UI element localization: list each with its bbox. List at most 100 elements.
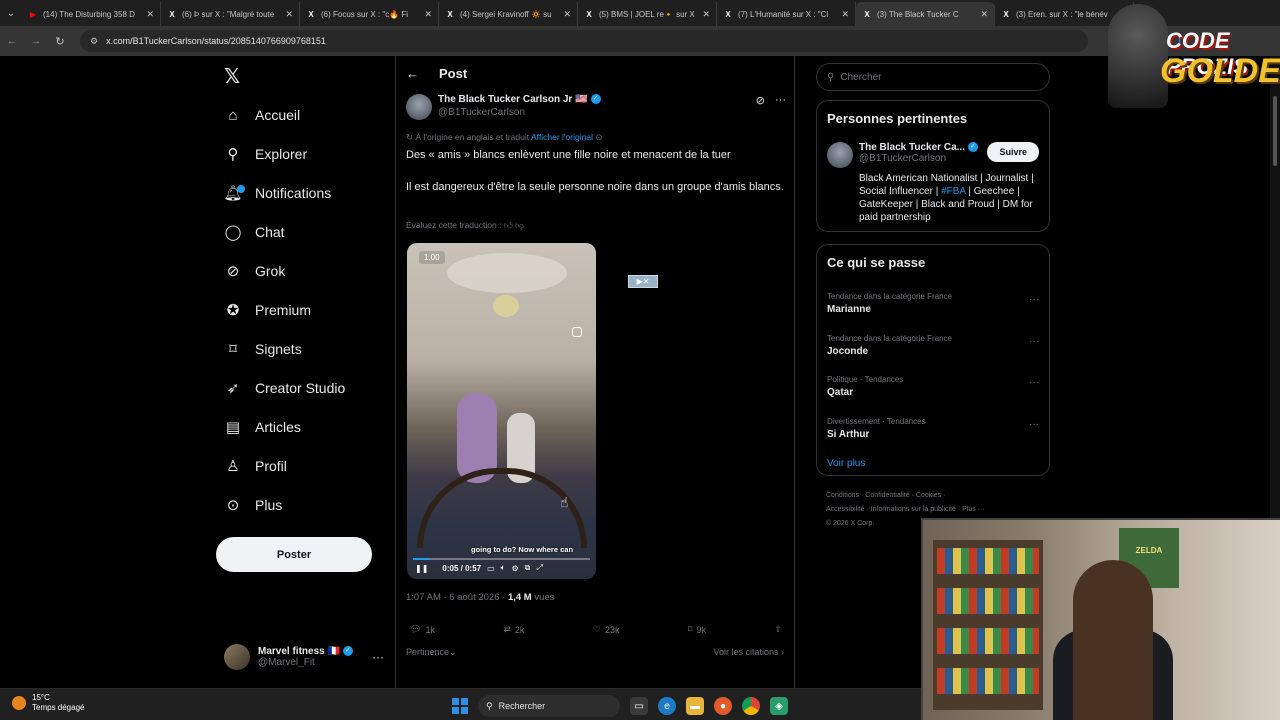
close-icon[interactable]: ✕ [980,9,988,20]
app-icon[interactable]: ◈ [770,697,788,715]
account-handle: @Marvel_Fit [258,657,315,668]
back-arrow-icon[interactable]: ← [406,66,419,81]
playback-speed[interactable]: 1.00 [419,251,445,264]
nav-item-articles[interactable]: ▤ Articles [224,412,301,442]
video-progress-bar[interactable] [413,558,590,560]
info-icon[interactable]: ⊙ [595,132,602,142]
account-switcher[interactable]: Marvel fitness 🇫🇷 ✓ @Marvel_Fit ··· [224,644,384,670]
browser-tab[interactable]: X (4) Sergei Kravinoff 🔅 su ✕ [439,2,578,26]
nav-item-signets[interactable]: ⌑ Signets [224,334,302,364]
close-icon[interactable]: ✕ [563,9,571,20]
address-bar[interactable]: ⚙ x.com/B1TuckerCarlson/status/208514076… [80,30,1088,52]
tab-title: (6) Þ sur X : "Malgré toute [182,9,275,19]
post-header: ← Post [406,66,467,81]
grok-icon[interactable]: ⊘ [756,94,765,120]
x-logo-icon[interactable]: 𝕏 [224,64,240,89]
close-icon[interactable]: ✕ [841,9,849,20]
nav-item-grok[interactable]: ⊘ Grok [224,256,286,286]
close-icon[interactable]: ✕ [702,9,710,20]
browser-tab[interactable]: X (5) BMS | JOEL re🔸 sur X ✕ [578,2,717,26]
back-arrow-icon[interactable]: ← [0,35,24,47]
left-navigation: 𝕏 ⌂ Accueil ⚲ Explorer 🔔︎ Notifications ◯ Chat ⊘… [216,56,394,720]
browser-tab[interactable]: ▶ (14) The Disturbing 358 D ✕ [22,2,161,26]
edge-icon[interactable]: e [658,697,676,715]
taskbar-search[interactable]: ⚲ Rechercher [478,695,620,717]
more-dots-icon[interactable]: ··· [1029,419,1039,430]
thumbs-down-icon[interactable]: 👎︎ [515,220,524,230]
more-dots-icon[interactable]: ··· [1029,294,1039,305]
nav-item-premium[interactable]: ✪ Premium [224,295,311,325]
captions-icon[interactable]: ▭ [487,564,495,573]
volume-icon[interactable]: 🔈︎ [501,563,506,573]
settings-icon[interactable]: ⚙ [511,564,518,573]
fullscreen-icon[interactable]: ⤢ [536,563,542,573]
close-icon[interactable]: ✕ [146,9,154,20]
show-original-link[interactable]: Afficher l'original [531,132,593,142]
file-explorer-icon[interactable]: ▬ [686,697,704,715]
more-dots-icon[interactable]: ··· [1029,377,1039,388]
view-quotes-link[interactable]: Voir les citations › [713,647,784,658]
relevance-sort[interactable]: Pertinence⌄ [406,647,457,658]
nav-item-chat[interactable]: ◯ Chat [224,217,285,247]
site-info-icon[interactable]: ⚙ [90,36,98,47]
task-view-icon[interactable]: ▭ [630,697,648,715]
nav-item-profil[interactable]: ♙ Profil [224,451,287,481]
author-name[interactable]: The Black Tucker Carlson Jr 🇺🇸 [438,94,588,105]
browser-tab[interactable]: X (3) The Black Tucker C ✕ [856,2,995,26]
browser-tab[interactable]: X (6) Þ sur X : "Malgré toute ✕ [161,2,300,26]
footer-line[interactable]: Accessibilité · Informations sur la publ… [826,503,1046,517]
ad-badge-icon[interactable]: ▶✕ [628,275,658,288]
person-name-row[interactable]: The Black Tucker Ca... ✓ [859,142,978,153]
post-button[interactable]: Poster [216,537,372,572]
thumbs-up-icon[interactable]: 👍︎ [504,220,513,230]
translation-note: ↻ À l'origine en anglais et traduit Affi… [406,132,602,143]
windows-start-icon[interactable] [452,698,468,714]
person-handle[interactable]: @B1TuckerCarlson [859,153,978,164]
relevant-person[interactable]: The Black Tucker Ca... ✓ @B1TuckerCarlson… [827,142,1039,168]
chrome-icon[interactable] [742,697,760,715]
more-dots-icon[interactable]: ··· [1029,336,1039,347]
close-icon[interactable]: ✕ [424,9,432,20]
bookmark-button[interactable]: ⌑ 9k [688,624,706,635]
reload-icon[interactable]: ↻ [48,35,72,48]
post-time[interactable]: 1:07 AM · 6 août 2026 · [406,592,508,603]
browser-tab[interactable]: X (7) L'Humanité sur X : "Cl ✕ [717,2,856,26]
follow-button[interactable]: Suivre [987,142,1039,162]
video-player[interactable]: 1.00 going to do? Now where can ❚❚ 0:05 … [407,243,596,579]
avatar[interactable] [406,94,432,120]
weather-widget[interactable]: 15°C Temps dégagé [12,693,84,713]
like-button[interactable]: ♡ 23k [593,624,620,635]
nav-item-explorer[interactable]: ⚲ Explorer [224,139,308,169]
see-more-link[interactable]: Voir plus [827,458,1039,469]
reply-button[interactable]: 💬︎ 1k [410,624,435,635]
chevron-down-icon: ⌄ [449,647,457,657]
search-input[interactable]: ⚲ Chercher [816,63,1050,91]
avatar[interactable] [827,142,853,168]
pause-icon[interactable]: ❚❚ [415,564,428,573]
footer-line[interactable]: Conditions · Confidentialité · Cookies · [826,489,1046,503]
nav-item-creator-studio[interactable]: ➶ Creator Studio [224,373,346,403]
pip-icon[interactable]: ⧉ [525,563,531,573]
author-handle[interactable]: @B1TuckerCarlson [438,107,601,118]
relevance-label: Pertinence [406,647,450,657]
repost-button[interactable]: ⇄ 2k [503,624,524,635]
forward-arrow-icon[interactable]: → [24,35,48,47]
more-dots-icon[interactable]: ··· [775,94,786,120]
trend-item[interactable]: Divertissement · Tendances Si Arthur ··· [827,407,1039,449]
share-button[interactable]: ⇪ [774,624,782,635]
nav-item-plus[interactable]: ⊙ Plus [224,490,283,520]
trend-item[interactable]: Politique · Tendances Qatar ··· [827,365,1039,407]
trend-item[interactable]: Tendance dans la catégorie France Joconde… [827,324,1039,366]
more-dots-icon[interactable]: ··· [372,650,384,664]
close-icon[interactable]: ✕ [285,9,293,20]
rocket-icon: ➶ [226,380,240,397]
nav-item-accueil[interactable]: ⌂ Accueil [224,100,300,130]
hashtag-link[interactable]: #FBA [941,186,965,197]
author-name-row[interactable]: The Black Tucker Carlson Jr 🇺🇸 ✓ [438,94,601,105]
trend-item[interactable]: Tendance dans la catégorie France Mariann… [827,282,1039,324]
firefox-icon[interactable]: ● [714,697,732,715]
browser-tab[interactable]: X (6) Focus sur X : "c🔥 Fi ✕ [300,2,439,26]
person-name[interactable]: The Black Tucker Ca... [859,142,965,153]
nav-item-notifications[interactable]: 🔔︎ Notifications [223,178,331,208]
tab-search-chevron-icon[interactable]: ⌄ [0,0,22,26]
